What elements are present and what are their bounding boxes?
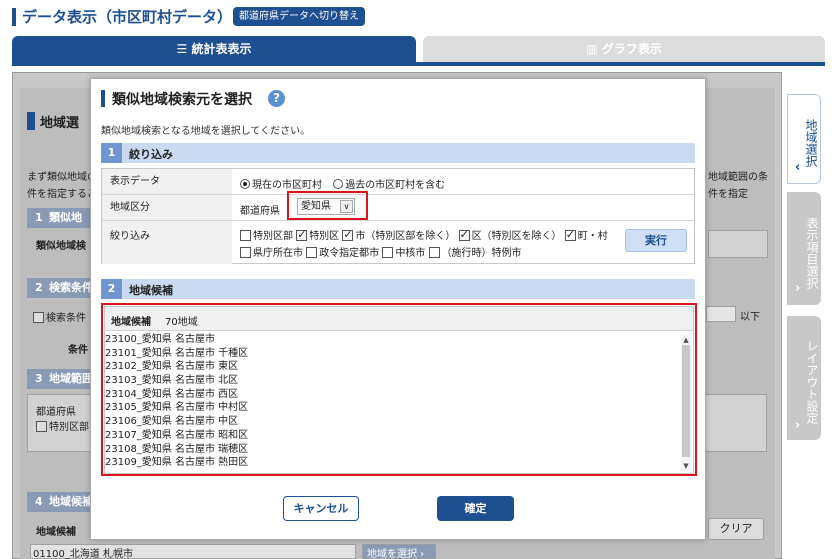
filter-checks-row1: 特別区部 特別区 市（特別区部を除く） 区（特別区を除く） 町・村 [240, 227, 608, 242]
bg-sec2-row: 検索条件 [33, 309, 86, 324]
tab-label: 統計表表示 [191, 42, 252, 56]
bg-desc-right-2: 件を指定 [708, 189, 748, 200]
tab-graph[interactable]: ▥ グラフ表示 [423, 36, 825, 62]
switch-prefecture-button[interactable]: 都道府県データへ切り替え [233, 7, 365, 26]
bg-special-ward: 特別区部 [36, 418, 89, 433]
filter-section-header: 1 絞り込み [101, 143, 695, 163]
side-tab-layout[interactable]: レイアウト設定 [787, 316, 821, 440]
page-header: データ表示（市区町村データ） 都道府県データへ切り替え [0, 0, 835, 36]
check-special-ward-area[interactable]: 特別区部 [240, 230, 293, 242]
bg-input [706, 306, 736, 322]
help-icon[interactable]: ? [268, 90, 285, 107]
bg-clear-button: クリア [708, 518, 764, 540]
side-tab-display-items[interactable]: 表示項目選択 [787, 192, 821, 305]
bg-cand-label: 地域候補 [36, 527, 76, 538]
check-core-city[interactable]: 中核市 [382, 247, 425, 259]
radio-past[interactable]: 過去の市区町村を含む [333, 179, 445, 191]
bg-section-title: 地域選 [40, 116, 80, 131]
confirm-button[interactable]: 確定 [437, 496, 514, 521]
row-area-type: 地域区分 都道府県 [102, 195, 694, 221]
check-town-village[interactable]: 町・村 [564, 228, 608, 242]
filter-checks-row2: 県庁所在市 政令指定都市 中核市 （施行時）特例市 [240, 244, 522, 259]
title-accent-bar [12, 8, 16, 26]
check-special-city[interactable]: （施行時）特例市 [428, 247, 522, 259]
chevron-right-icon: › [795, 281, 801, 296]
highlight-candidate-box [101, 303, 697, 476]
table-icon: ☰ [176, 42, 188, 56]
side-tab-area-select[interactable]: 地域選択 [787, 94, 821, 184]
row-filter: 絞り込み 特別区部 特別区 市（特別区部を除く） 区（特別区を除く） 町・村 県… [102, 221, 694, 264]
bg-right-suffix: 以下 [740, 312, 760, 323]
bg-box-1 [708, 230, 768, 258]
check-special-ward[interactable]: 特別区 [296, 228, 339, 242]
chevron-left-icon: ‹ [795, 160, 801, 175]
modal-title-accent [101, 90, 105, 107]
bg-section-4: 4 地域候補 [27, 492, 97, 512]
execute-button[interactable]: 実行 [625, 229, 687, 252]
check-prefectural-capital[interactable]: 県庁所在市 [240, 247, 303, 259]
radio-current[interactable]: 現在の市区町村 [240, 179, 322, 191]
bar-chart-icon: ▥ [586, 42, 598, 56]
bg-section-1: 1 類似地 [27, 208, 97, 228]
chevron-right-icon: › [795, 418, 801, 433]
cancel-button[interactable]: キャンセル [283, 496, 359, 521]
bg-sec1-row: 類似地域検 [36, 241, 86, 252]
bg-section-3: 3 地域範囲 [27, 369, 97, 389]
check-designated-city[interactable]: 政令指定都市 [306, 247, 379, 259]
bg-section-2: 2 検索条件 [27, 278, 97, 298]
bg-desc-right-1: 地域範囲の条 [708, 172, 768, 183]
candidate-section-header: 2 地域候補 [101, 279, 695, 299]
bg-select-area-button: 地域を選択 › [362, 544, 436, 559]
bg-desc-2: 件を指定するこ [27, 189, 97, 200]
bg-prefecture-label: 都道府県 [36, 407, 76, 418]
bg-cond-label: 条件 [68, 345, 88, 356]
check-ward[interactable]: 区（特別区を除く） [458, 228, 562, 242]
highlight-prefecture-select [287, 191, 368, 220]
tab-statistics-table[interactable]: ☰ 統計表表示 [12, 36, 416, 62]
modal-description: 類似地域検索となる地域を選択してください。 [101, 126, 311, 137]
check-city[interactable]: 市（特別区部を除く） [342, 228, 455, 242]
bg-desc-1: まず類似地域の [27, 172, 97, 183]
filter-table: 表示データ 現在の市区町村 過去の市区町村を含む 地域区分 都道府県 絞り込み … [101, 168, 695, 264]
bg-list-item: 01100_北海道 札幌市 [30, 544, 356, 559]
tab-label: グラフ表示 [601, 42, 662, 56]
row-display-data: 表示データ 現在の市区町村 過去の市区町村を含む [102, 169, 694, 195]
modal-title: 類似地域検索元を選択 [112, 92, 252, 108]
page-title: データ表示（市区町村データ） [22, 8, 233, 26]
tab-underline [12, 62, 825, 66]
